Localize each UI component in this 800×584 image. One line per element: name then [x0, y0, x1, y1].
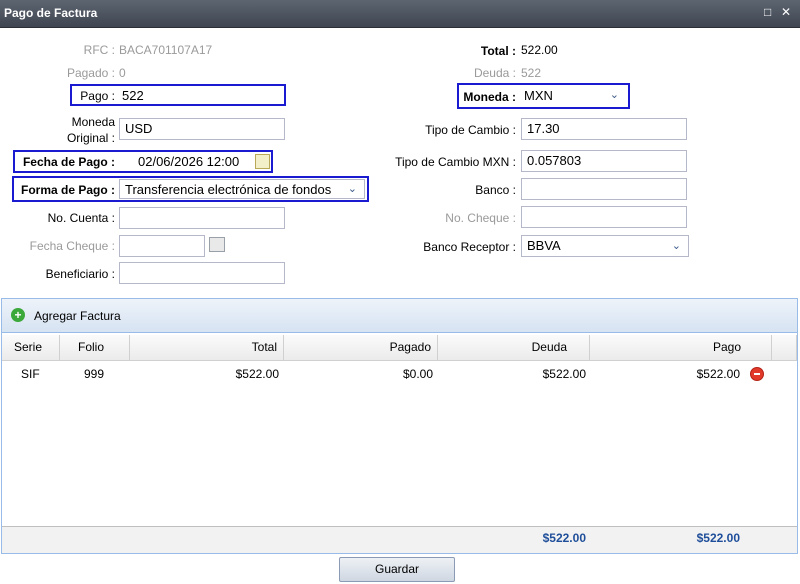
- banco-label: Banco :: [475, 183, 516, 197]
- column-header-deuda[interactable]: Deuda: [438, 335, 590, 361]
- chevron-down-icon: ⌄: [347, 183, 357, 195]
- summary-deuda: $522.00: [542, 531, 586, 545]
- moneda-original-input[interactable]: USD: [119, 118, 285, 140]
- tipo-cambio-mxn-input[interactable]: 0.057803: [521, 150, 687, 172]
- no-cuenta-input[interactable]: [119, 207, 285, 229]
- column-header-total[interactable]: Total: [130, 335, 284, 361]
- moneda-original-label-line1: Moneda: [71, 115, 115, 129]
- beneficiario-label: Beneficiario :: [45, 267, 115, 281]
- forma-pago-label: Forma de Pago :: [20, 183, 115, 197]
- moneda-select[interactable]: MXN ⌄: [520, 86, 626, 106]
- no-cuenta-label: No. Cuenta :: [47, 211, 115, 225]
- moneda-original-label-line2: Original :: [66, 131, 115, 145]
- summary-pago: $522.00: [696, 531, 740, 545]
- grid-summary-row: [2, 526, 797, 553]
- calendar-icon[interactable]: [255, 154, 270, 169]
- grid-toolbar: [2, 299, 797, 333]
- row-folio: 999: [84, 367, 105, 381]
- pago-input[interactable]: 522: [122, 88, 144, 103]
- fecha-pago-input[interactable]: 02/06/2026 12:00: [138, 154, 239, 169]
- add-invoice-label: Agregar Factura: [34, 309, 121, 323]
- window-title: Pago de Factura: [4, 6, 98, 20]
- deuda-value: 522: [521, 66, 542, 80]
- banco-receptor-select[interactable]: BBVA ⌄: [521, 235, 689, 257]
- row-deuda: $522.00: [542, 367, 586, 381]
- forma-pago-select[interactable]: Transferencia electrónica de fondos ⌄: [119, 179, 365, 199]
- row-pago: $522.00: [696, 367, 740, 381]
- deuda-label: Deuda :: [473, 66, 516, 80]
- tipo-cambio-input[interactable]: 17.30: [521, 118, 687, 140]
- pago-label: Pago :: [80, 89, 115, 103]
- chevron-down-icon: ⌄: [609, 89, 619, 101]
- column-header-pago[interactable]: Pago: [590, 335, 772, 361]
- maximize-icon[interactable]: □: [764, 5, 771, 19]
- tipo-cambio-label: Tipo de Cambio :: [425, 123, 516, 137]
- row-total: $522.00: [235, 367, 279, 381]
- rfc-value: BACA701107A17: [119, 43, 213, 57]
- pagado-value: 0: [119, 66, 126, 80]
- total-value: 522.00: [521, 43, 558, 57]
- add-circle-icon: +: [11, 308, 25, 322]
- table-row[interactable]: [2, 362, 797, 384]
- chevron-down-icon: ⌄: [671, 240, 681, 252]
- fecha-pago-label: Fecha de Pago :: [22, 155, 115, 169]
- banco-input[interactable]: [521, 178, 687, 200]
- row-serie: SIF: [21, 367, 40, 381]
- fecha-cheque-label: Fecha Cheque :: [29, 239, 115, 253]
- save-button[interactable]: Guardar: [339, 557, 455, 582]
- calendar-icon[interactable]: [209, 237, 225, 252]
- forma-pago-value: Transferencia electrónica de fondos: [125, 182, 332, 197]
- remove-circle-icon[interactable]: [750, 367, 764, 381]
- moneda-original-label: Moneda Original :: [67, 114, 115, 146]
- fecha-cheque-input[interactable]: [119, 235, 205, 257]
- close-icon[interactable]: ✕: [781, 5, 791, 19]
- column-header-serie[interactable]: Serie: [2, 335, 60, 361]
- rfc-label: RFC :: [83, 43, 115, 57]
- banco-receptor-label: Banco Receptor :: [423, 240, 516, 254]
- beneficiario-input[interactable]: [119, 262, 285, 284]
- no-cheque-input[interactable]: [521, 206, 687, 228]
- column-header-folio[interactable]: Folio: [60, 335, 130, 361]
- tipo-cambio-mxn-label: Tipo de Cambio MXN :: [395, 155, 516, 169]
- column-header-pagado[interactable]: Pagado: [284, 335, 438, 361]
- moneda-label: Moneda :: [463, 90, 516, 104]
- pagado-label: Pagado :: [66, 66, 115, 80]
- moneda-value: MXN: [524, 88, 553, 103]
- no-cheque-label: No. Cheque :: [445, 211, 516, 225]
- banco-receptor-value: BBVA: [527, 238, 561, 253]
- row-pagado: $0.00: [402, 367, 433, 381]
- column-header-actions: [772, 335, 797, 361]
- total-label: Total :: [480, 44, 516, 58]
- window-titlebar: [0, 0, 800, 28]
